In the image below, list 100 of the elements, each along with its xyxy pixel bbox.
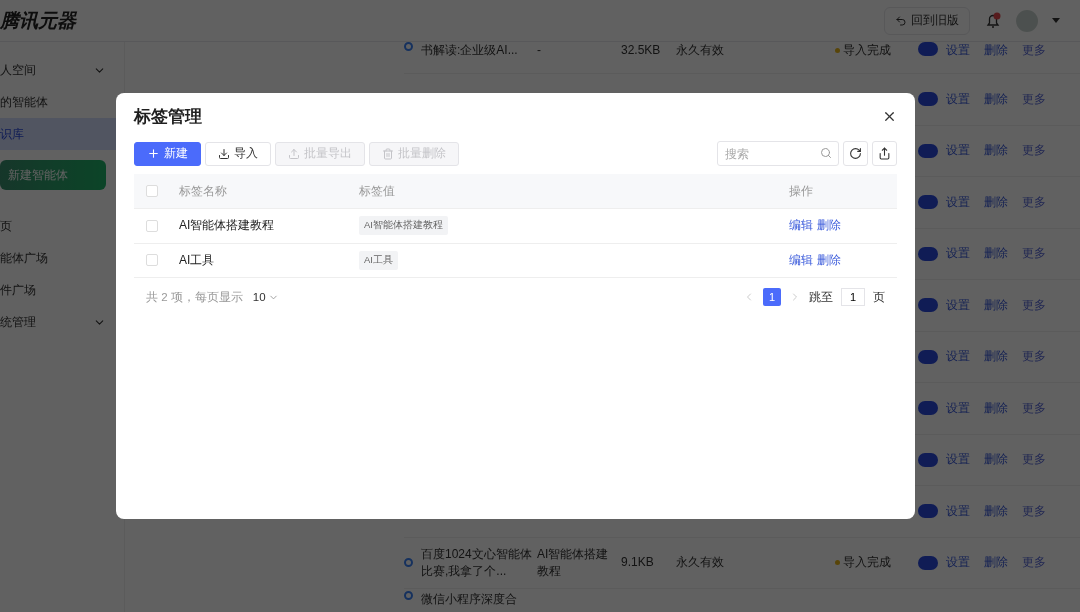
document-tag: - [537,42,621,59]
row-action-link[interactable]: 设置 [946,90,970,108]
document-status: 导入完成 [843,42,892,59]
row-action-link[interactable]: 删除 [984,502,1008,520]
row-action-link[interactable]: 设置 [946,399,970,417]
row-action-link[interactable]: 设置 [946,348,970,366]
row-action-link[interactable]: 删除 [984,193,1008,211]
toggle-switch[interactable] [918,555,938,570]
column-header: 标签值 [359,182,396,200]
row-action-link[interactable]: 更多 [1022,90,1046,108]
row-action-link[interactable]: 设置 [946,451,970,469]
row-action-link[interactable]: 设置 [946,245,970,263]
undo-icon [895,14,907,27]
toggle-switch[interactable] [918,401,938,416]
row-action-link[interactable]: 设置 [946,296,970,314]
column-header: 标签名称 [179,182,228,200]
status-dot [835,560,840,566]
row-action-link[interactable]: 删除 [984,451,1008,469]
document-size: 32.5KB [621,42,662,59]
row-action-link[interactable]: 更多 [1022,348,1046,366]
row-action-link[interactable]: 更多 [1022,502,1046,520]
row-checkbox[interactable] [146,219,158,232]
toggle-switch[interactable] [918,92,938,107]
document-validity: 永久有效 [676,554,725,572]
sidebar-group[interactable]: 统管理 [0,306,124,338]
select-all-checkbox[interactable] [146,185,158,197]
upload-icon [288,147,300,160]
globe-icon [404,591,413,600]
row-action-link[interactable]: 设置 [946,502,970,520]
bell-icon[interactable] [984,11,1002,30]
row-action-link[interactable]: 更多 [1022,399,1046,417]
column-header: 操作 [789,182,814,200]
refresh-button[interactable] [843,141,868,166]
row-action-link[interactable]: 删除 [984,348,1008,366]
toggle-switch[interactable] [918,504,938,519]
plus-icon [147,147,160,160]
row-action-link[interactable]: 更多 [1022,296,1046,314]
tag-name: AI工具 [179,251,216,269]
row-action-link[interactable]: 更多 [1022,193,1046,211]
toggle-switch[interactable] [918,143,938,158]
toggle-switch[interactable] [918,42,938,56]
share-button[interactable] [872,141,897,166]
search-field[interactable]: 搜索 [717,141,839,166]
row-action-link[interactable]: 更多 [1022,42,1046,59]
toggle-switch[interactable] [918,452,938,467]
document-title: 百度1024文心智能体比赛,我拿了个... [421,545,533,580]
page-unit-label: 页 [873,289,885,305]
tag-value: AI智能体搭建教程 [359,216,448,236]
back-to-old-version-button[interactable]: 回到旧版 [884,6,970,35]
row-action-link[interactable]: 更多 [1022,142,1046,160]
row-action-link[interactable]: 删除 [817,252,841,268]
tag-name: AI智能体搭建教程 [179,217,276,235]
caret-icon[interactable] [1052,18,1060,23]
row-action-link[interactable]: 更多 [1022,451,1046,469]
row-action-link[interactable]: 删除 [984,245,1008,263]
row-checkbox[interactable] [146,254,158,267]
app-logo: 腾讯元器 [0,8,76,33]
tag-value: AI工具 [359,250,398,270]
document-status: 导入完成 [843,554,892,572]
document-tag: AI智能体搭建教程 [537,545,621,580]
row-action-link[interactable]: 删除 [984,42,1008,59]
page-button[interactable]: 1 [763,288,781,306]
toggle-switch[interactable] [918,195,938,210]
new-button[interactable]: 新建 [134,141,201,166]
document-validity: 永久有效 [676,42,725,59]
globe-icon [404,558,413,568]
row-action-link[interactable]: 编辑 [789,252,813,268]
import-button[interactable]: 导入 [205,141,271,166]
row-action-link[interactable]: 设置 [946,554,970,572]
page-jump-field[interactable]: 1 [841,288,865,306]
document-title: 书解读:企业级AI... [421,42,519,59]
row-action-link[interactable]: 更多 [1022,245,1046,263]
jump-label: 跳至 [809,289,833,305]
status-dot [835,48,840,53]
row-action-link[interactable]: 删除 [984,90,1008,108]
row-action-link[interactable]: 删除 [984,554,1008,572]
row-action-link[interactable]: 删除 [984,399,1008,417]
dialog-title: 标签管理 [134,105,202,128]
row-action-link[interactable]: 编辑 [789,218,813,234]
search-icon [820,147,832,159]
trash-icon [382,147,394,160]
row-action-link[interactable]: 设置 [946,142,970,160]
document-title: 微信小程序深度合 [421,591,518,608]
toggle-switch[interactable] [918,298,938,313]
refresh-icon [849,147,862,160]
download-icon [218,147,230,160]
row-action-link[interactable]: 设置 [946,193,970,211]
row-action-link[interactable]: 更多 [1022,554,1046,572]
row-action-link[interactable]: 设置 [946,42,970,59]
row-action-link[interactable]: 删除 [984,296,1008,314]
share-icon [878,147,891,160]
row-action-link[interactable]: 删除 [817,218,841,234]
globe-icon [404,42,413,51]
toggle-switch[interactable] [918,349,938,364]
toggle-switch[interactable] [918,246,938,261]
row-action-link[interactable]: 删除 [984,142,1008,160]
sidebar-group[interactable]: 人空间 [0,54,124,86]
page-size-select[interactable]: 10 [252,291,279,303]
document-size: 9.1KB [621,554,655,572]
new-agent-button[interactable]: 新建智能体 [0,160,106,190]
